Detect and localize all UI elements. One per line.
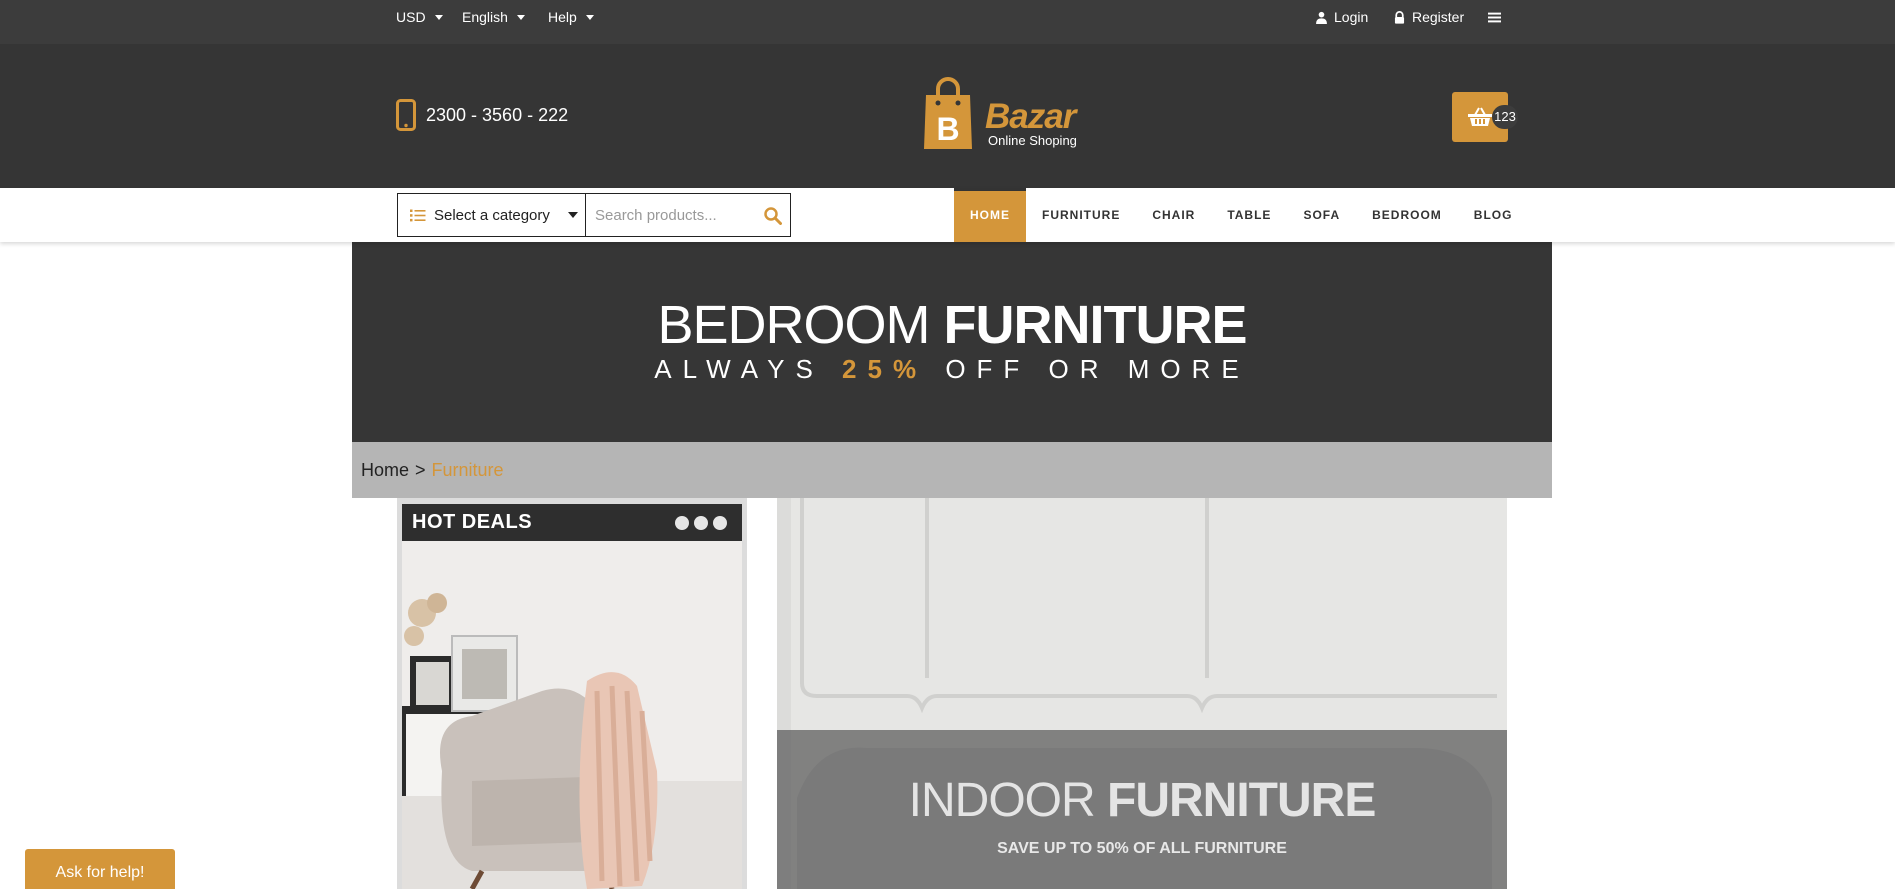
currency-selector[interactable]: USD <box>396 7 443 27</box>
lock-icon <box>1394 10 1405 24</box>
ask-for-help-button[interactable]: Ask for help! <box>25 849 175 889</box>
menu-item-chair[interactable]: CHAIR <box>1136 188 1211 242</box>
search-icon[interactable] <box>764 207 782 225</box>
language-label: English <box>462 9 508 25</box>
banner-subtitle-end: OFF OR MORE <box>945 354 1250 384</box>
login-label: Login <box>1334 9 1369 25</box>
menu-item-sofa[interactable]: SOFA <box>1287 188 1356 242</box>
phone-number: 2300 - 3560 - 222 <box>426 104 569 125</box>
promo-title-light: INDOOR <box>908 774 1096 827</box>
category-select-label: Select a category <box>434 206 550 224</box>
search-input[interactable] <box>595 206 755 224</box>
hamburger-icon <box>1488 12 1501 22</box>
hot-deals-title: HOT DEALS <box>412 511 533 533</box>
breadcrumb-home[interactable]: Home <box>361 460 409 481</box>
login-link[interactable]: Login <box>1315 7 1368 27</box>
language-selector[interactable]: English <box>462 7 525 27</box>
breadcrumb: Home > Furniture <box>352 442 1552 498</box>
phone-contact[interactable]: 2300 - 3560 - 222 <box>396 99 568 131</box>
chevron-down-icon <box>585 14 594 20</box>
carousel-dot-3[interactable] <box>713 515 727 530</box>
banner-title-light: BEDROOM <box>657 295 930 355</box>
site-header: 2300 - 3560 - 222 B Bazar Online Shoping… <box>0 44 1895 188</box>
hot-deal-product-image[interactable] <box>402 541 742 889</box>
armchair-photo <box>402 541 742 889</box>
logo-tagline: Online Shoping <box>988 133 1077 148</box>
shopping-basket-icon <box>1468 107 1492 126</box>
breadcrumb-current: Furniture <box>431 459 504 480</box>
hot-deals-header: HOT DEALS <box>402 504 742 541</box>
banner-subtitle-start: ALWAYS <box>654 354 824 384</box>
help-label: Help <box>548 9 577 25</box>
list-icon <box>410 209 426 221</box>
main-menu: HOME FURNITURE CHAIR TABLE SOFA BEDROOM … <box>954 188 1528 242</box>
mobile-phone-icon <box>396 99 416 131</box>
help-menu[interactable]: Help <box>548 7 594 27</box>
currency-label: USD <box>396 9 426 25</box>
page-banner: BEDROOM FURNITURE ALWAYS 25% OFF OR MORE <box>352 242 1552 442</box>
top-bar: USD English Help Login Register <box>0 0 1895 44</box>
menu-item-furniture[interactable]: FURNITURE <box>1026 188 1136 242</box>
banner-discount: 25% <box>842 354 928 384</box>
banner-subtitle: ALWAYS 25% OFF OR MORE <box>352 354 1552 385</box>
user-icon <box>1316 11 1327 24</box>
navigation-bar: Select a category HOME FURNITURE CHAIR T… <box>0 188 1895 242</box>
promo-banner[interactable]: INDOOR FURNITURE SAVE UP TO 50% OF ALL F… <box>777 498 1507 889</box>
promo-title: INDOOR FURNITURE <box>777 773 1507 828</box>
chevron-down-icon <box>567 212 578 218</box>
menu-item-bedroom[interactable]: BEDROOM <box>1356 188 1458 242</box>
hot-deals-panel: HOT DEALS <box>397 498 747 889</box>
register-link[interactable]: Register <box>1393 7 1464 27</box>
menu-item-home[interactable]: HOME <box>954 188 1026 242</box>
banner-title-bold: FURNITURE <box>943 295 1248 355</box>
breadcrumb-separator: > <box>415 459 426 480</box>
carousel-dot-2[interactable] <box>694 515 708 530</box>
menu-item-table[interactable]: TABLE <box>1211 188 1287 242</box>
carousel-dots <box>675 515 727 530</box>
register-label: Register <box>1412 9 1465 25</box>
carousel-dot-1[interactable] <box>675 515 689 530</box>
site-logo[interactable]: B Bazar Online Shoping <box>922 77 1092 157</box>
menu-item-blog[interactable]: BLOG <box>1458 188 1529 242</box>
category-select[interactable]: Select a category <box>397 193 586 237</box>
promo-title-bold: FURNITURE <box>1107 774 1376 827</box>
shopping-bag-logo-icon: B <box>924 77 972 149</box>
chevron-down-icon <box>516 14 525 20</box>
chevron-down-icon <box>434 14 443 20</box>
cart-count-badge: 123 <box>1492 105 1518 129</box>
search-box <box>585 193 791 237</box>
banner-title: BEDROOM FURNITURE <box>352 294 1552 356</box>
promo-subtitle: SAVE UP TO 50% OF ALL FURNITURE <box>997 840 1287 857</box>
logo-brand-name: Bazar <box>985 97 1076 136</box>
hamburger-menu-button[interactable] <box>1488 7 1501 27</box>
logo-letter: B <box>936 111 959 147</box>
